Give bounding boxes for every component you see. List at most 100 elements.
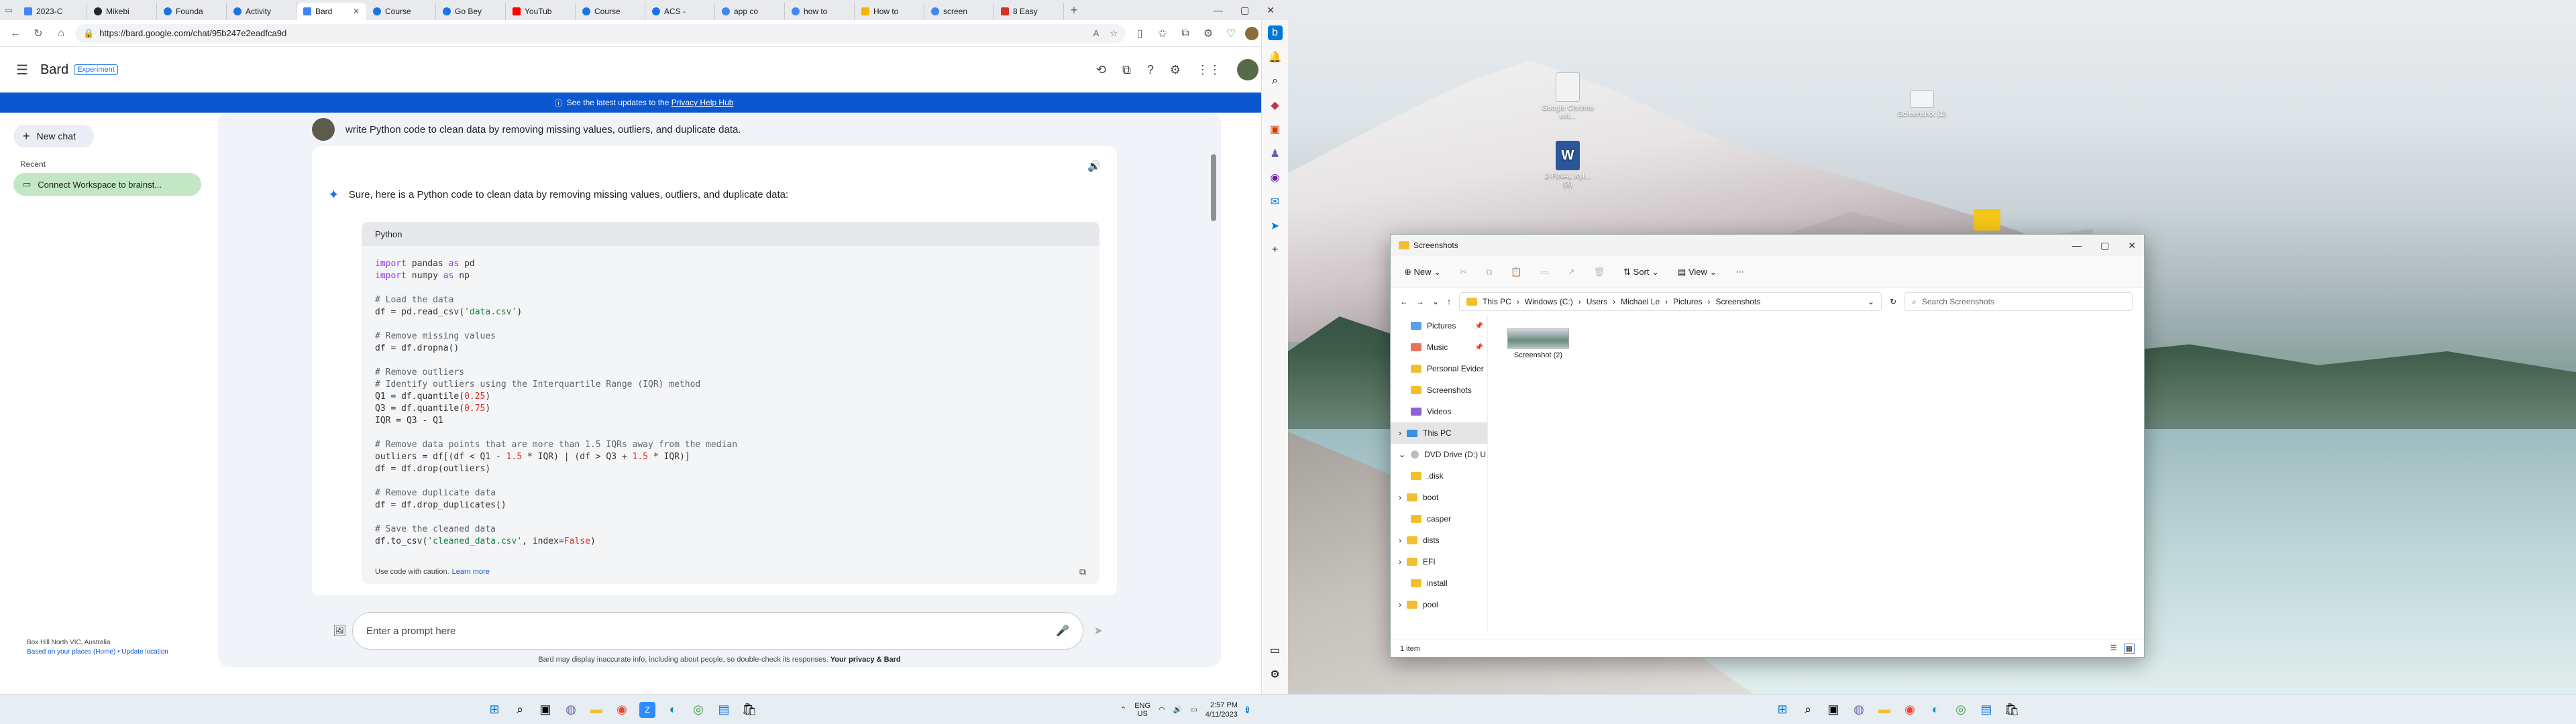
- more-options-icon[interactable]: ⋯: [1735, 267, 1744, 278]
- nav-item-efi[interactable]: › EFI: [1391, 551, 1487, 572]
- close-window-icon[interactable]: ✕: [1267, 5, 1275, 16]
- teams-chat-icon[interactable]: ◍: [1851, 702, 1867, 718]
- battery-icon[interactable]: ▭: [1190, 705, 1197, 714]
- file-item[interactable]: Screenshot (2): [1505, 328, 1572, 359]
- delete-icon[interactable]: 🗑: [1594, 267, 1605, 278]
- extensions-puzzle-icon[interactable]: ⧉: [1122, 63, 1131, 77]
- new-tab-icon[interactable]: +: [1064, 3, 1084, 17]
- desktop-icon-word-doc[interactable]: W 2-FINAL Kyl... (3): [1541, 141, 1595, 188]
- nav-up-icon[interactable]: ↑: [1447, 297, 1451, 306]
- tab-actions-icon[interactable]: ▭: [0, 5, 17, 15]
- crumb-pictures[interactable]: Pictures: [1673, 297, 1702, 306]
- desktop-folder-icon[interactable]: [1974, 209, 2000, 231]
- outlook-icon[interactable]: ✉: [1268, 194, 1283, 209]
- close-tab-icon[interactable]: ✕: [353, 7, 360, 16]
- nav-item-screenshots[interactable]: Screenshots: [1391, 379, 1487, 401]
- history-icon[interactable]: ⟲: [1096, 63, 1106, 77]
- read-aloud-icon[interactable]: A: [1093, 28, 1099, 39]
- nav-item-install[interactable]: install: [1391, 572, 1487, 594]
- nav-item-this-pc[interactable]: › This PC: [1391, 422, 1487, 444]
- prompt-input[interactable]: 🖼 Enter a prompt here 🎤 ➤: [333, 612, 1103, 650]
- tab-youtube[interactable]: YouTub: [506, 3, 576, 20]
- nav-item-personal[interactable]: Personal Evider: [1391, 358, 1487, 379]
- tray-chevron-icon[interactable]: ⌃: [1120, 705, 1126, 714]
- back-icon[interactable]: ←: [7, 25, 24, 42]
- app-icon[interactable]: ◎: [690, 702, 706, 718]
- zoom-icon[interactable]: Z: [639, 701, 655, 718]
- browser-essentials-icon[interactable]: ♡: [1222, 25, 1240, 42]
- search-icon[interactable]: ⌕: [1800, 702, 1816, 718]
- crumb-screenshots[interactable]: Screenshots: [1716, 297, 1761, 306]
- refresh-icon[interactable]: ↻: [1890, 297, 1896, 306]
- drop-icon[interactable]: ➤: [1268, 219, 1283, 233]
- privacy-link[interactable]: Your privacy & Bard: [830, 656, 901, 664]
- speaker-icon[interactable]: 🔊: [1087, 160, 1101, 173]
- microsoft-365-icon[interactable]: ◉: [1268, 170, 1283, 185]
- tab-8[interactable]: Course: [576, 3, 645, 20]
- maximize-icon[interactable]: ▢: [1240, 5, 1249, 16]
- notification-badge-icon[interactable]: 1: [1245, 706, 1250, 713]
- tab-6[interactable]: Go Bey: [436, 3, 506, 20]
- chrome-icon[interactable]: ◉: [614, 702, 630, 718]
- tab-10[interactable]: app co: [715, 3, 785, 20]
- refresh-icon[interactable]: ↻: [30, 25, 47, 42]
- details-view-icon[interactable]: ☰: [2110, 644, 2117, 654]
- crumb-windows[interactable]: Windows (C:): [1525, 297, 1573, 306]
- sidebar-settings-icon[interactable]: ⚙: [1268, 667, 1283, 682]
- explorer-minimize-icon[interactable]: —: [2072, 240, 2082, 251]
- nav-item-dvd-drive[interactable]: ⌄ DVD Drive (D:) U: [1391, 444, 1487, 465]
- tab-1[interactable]: Mikebi: [87, 3, 157, 20]
- settings-gear-icon[interactable]: ⚙: [1170, 63, 1181, 77]
- tab-14[interactable]: 8 Easy: [994, 3, 1064, 20]
- nav-item-casper[interactable]: casper: [1391, 508, 1487, 530]
- new-chat-button[interactable]: + New chat: [13, 125, 94, 147]
- collections-icon[interactable]: ⧉: [1177, 25, 1194, 42]
- account-avatar[interactable]: [1237, 59, 1258, 80]
- add-sidebar-app-icon[interactable]: +: [1268, 243, 1283, 257]
- share-icon[interactable]: ↗: [1568, 267, 1575, 278]
- breadcrumb-dropdown-icon[interactable]: ⌄: [1868, 297, 1874, 306]
- start-windows-icon[interactable]: ⊞: [486, 702, 502, 718]
- explorer-maximize-icon[interactable]: ▢: [2100, 240, 2109, 251]
- hamburger-menu-icon[interactable]: ☰: [16, 62, 28, 78]
- crumb-user[interactable]: Michael Le: [1621, 297, 1660, 306]
- task-view-icon[interactable]: ▣: [537, 702, 553, 718]
- notepad-icon[interactable]: ▤: [716, 702, 732, 718]
- app-icon[interactable]: ◎: [1953, 702, 1969, 718]
- notepad-icon[interactable]: ▤: [1978, 702, 1994, 718]
- nav-item-music[interactable]: Music 📌: [1391, 337, 1487, 358]
- url-field[interactable]: 🔒 https://bard.google.com/chat/95b247e2ea…: [75, 23, 1126, 43]
- send-icon[interactable]: ➤: [1094, 624, 1103, 638]
- store-icon[interactable]: 🛍: [2004, 702, 2020, 718]
- sort-button[interactable]: ⇅ Sort ⌄: [1623, 267, 1659, 278]
- sidebar-layout-icon[interactable]: ▭: [1268, 643, 1283, 658]
- wifi-icon[interactable]: ◠: [1159, 705, 1165, 714]
- file-explorer-icon[interactable]: ▬: [1876, 702, 1892, 718]
- tab-5[interactable]: Course: [366, 3, 436, 20]
- nav-item-pool[interactable]: › pool: [1391, 594, 1487, 615]
- tab-12[interactable]: How to: [855, 3, 924, 20]
- tab-0[interactable]: 2023-C: [17, 3, 87, 20]
- copy-icon[interactable]: ⧉: [1486, 267, 1492, 278]
- recent-locations-icon[interactable]: ⌄: [1432, 297, 1439, 306]
- tab-2[interactable]: Founda: [157, 3, 227, 20]
- learn-more-link[interactable]: Learn more: [452, 568, 490, 576]
- language-indicator[interactable]: ENG US: [1134, 702, 1150, 718]
- file-explorer-icon[interactable]: ▬: [588, 702, 604, 718]
- tab-bard[interactable]: Bard ✕: [297, 3, 366, 20]
- chat-scrollbar[interactable]: [1211, 154, 1216, 221]
- desktop-icon-screenshot[interactable]: Screenshot (1): [1895, 90, 1949, 118]
- favorites-icon[interactable]: ✩: [1154, 25, 1171, 42]
- split-screen-icon[interactable]: ▯: [1131, 25, 1148, 42]
- extensions-icon[interactable]: ⚙: [1199, 25, 1217, 42]
- breadcrumb[interactable]: This PC › Windows (C:) › Users › Michael Le…: [1459, 292, 1882, 311]
- tab-11[interactable]: how to: [785, 3, 855, 20]
- favorite-star-icon[interactable]: ☆: [1110, 28, 1118, 39]
- apps-grid-icon[interactable]: ⋮⋮: [1197, 63, 1221, 77]
- privacy-help-hub-link[interactable]: Privacy Help Hub: [672, 98, 734, 107]
- profile-avatar-icon[interactable]: [1245, 26, 1258, 40]
- view-button[interactable]: ▤ View ⌄: [1678, 267, 1717, 278]
- nav-forward-icon[interactable]: →: [1416, 297, 1424, 306]
- crumb-this-pc[interactable]: This PC: [1483, 297, 1511, 306]
- nav-item-videos[interactable]: Videos: [1391, 401, 1487, 422]
